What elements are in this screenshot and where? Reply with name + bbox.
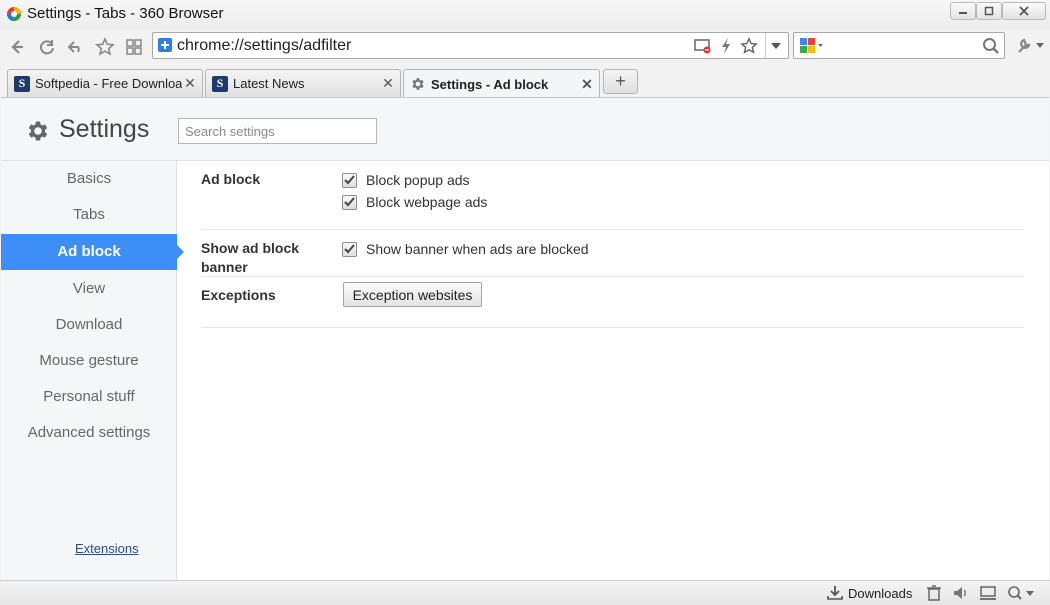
- section-divider: [201, 229, 1024, 230]
- softpedia-favicon-icon: S: [14, 75, 30, 92]
- search-settings-input[interactable]: [178, 118, 377, 144]
- search-engine-icon: [800, 38, 823, 53]
- checkmark-icon: [344, 175, 355, 185]
- tab-title: Softpedia - Free Downloa: [35, 76, 182, 91]
- maximize-button[interactable]: [976, 2, 1002, 20]
- close-window-button[interactable]: [1002, 2, 1046, 20]
- plus-icon: +: [615, 71, 626, 91]
- favorites-button[interactable]: [94, 36, 116, 58]
- ad-block-label: Ad block: [201, 171, 261, 187]
- tab-title: Latest News: [233, 76, 305, 91]
- window-title: Settings - Tabs - 360 Browser: [27, 5, 224, 22]
- sidebar-item-mouse-gesture[interactable]: Mouse gesture: [1, 343, 177, 379]
- softpedia-favicon-icon: S: [212, 75, 228, 92]
- sidebar-item-download[interactable]: Download: [1, 307, 177, 343]
- settings-header: Settings: [1, 98, 1049, 161]
- chevron-down-icon: [770, 42, 781, 49]
- undo-icon: [67, 41, 80, 53]
- block-webpage-ads-option[interactable]: Block webpage ads: [342, 193, 487, 211]
- checkmark-icon: [344, 197, 355, 207]
- wrench-menu-icon[interactable]: [1014, 34, 1046, 56]
- checkmark-icon: [344, 244, 355, 254]
- block-popup-ads-option[interactable]: Block popup ads: [342, 171, 470, 189]
- section-divider: [201, 276, 1024, 277]
- lightning-icon: [722, 38, 730, 54]
- show-banner-checkbox[interactable]: [342, 241, 357, 257]
- star-outline-icon: [740, 37, 758, 54]
- back-button[interactable]: [6, 36, 28, 58]
- exception-websites-button[interactable]: Exception websites: [343, 282, 482, 307]
- tab-latest-news[interactable]: S Latest News ✕: [205, 69, 401, 97]
- reload-button[interactable]: [36, 36, 58, 58]
- block-popup-ads-checkbox[interactable]: [342, 172, 357, 188]
- block-page-button[interactable]: [693, 36, 713, 56]
- page-content: Settings Basics Tabs Ad block View Downl…: [1, 97, 1049, 580]
- speaker-icon[interactable]: [952, 585, 970, 601]
- address-bar[interactable]: chrome://settings/adfilter: [152, 32, 789, 59]
- show-banner-option[interactable]: Show banner when ads are blocked: [342, 240, 589, 258]
- title-bar: Settings - Tabs - 360 Browser: [0, 0, 1050, 30]
- tab-close-icon[interactable]: ✕: [579, 76, 595, 93]
- block-webpage-ads-checkbox[interactable]: [342, 194, 357, 210]
- tab-title: Settings - Ad block: [431, 76, 549, 92]
- url-dropdown-button[interactable]: [765, 33, 785, 58]
- screen-icon[interactable]: [979, 585, 997, 601]
- sidebar-item-ad-block[interactable]: Ad block: [1, 234, 184, 270]
- minimize-icon: [959, 12, 967, 14]
- show-banner-label: Show ad block banner: [201, 240, 300, 275]
- sidebar-item-view[interactable]: View: [1, 271, 177, 307]
- search-bar[interactable]: [793, 32, 1005, 59]
- sidebar-item-tabs[interactable]: Tabs: [1, 197, 177, 233]
- block-webpage-ads-text: Block webpage ads: [366, 194, 488, 210]
- 360-browser-logo-icon: [7, 7, 21, 21]
- star-icon: [95, 37, 115, 56]
- undo-close-tab-button[interactable]: [65, 36, 87, 58]
- back-arrow-icon: [11, 40, 23, 54]
- gear-icon: [412, 78, 424, 90]
- minimize-button[interactable]: [950, 2, 976, 20]
- sidebar-item-personal-stuff[interactable]: Personal stuff: [1, 379, 177, 415]
- close-icon: [1019, 6, 1029, 16]
- grid-icon: [126, 39, 142, 55]
- tab-strip: S Softpedia - Free Downloa ✕ S Latest Ne…: [0, 66, 1050, 98]
- sidebar-item-basics[interactable]: Basics: [1, 161, 177, 197]
- sidebar-item-advanced-settings[interactable]: Advanced settings: [1, 415, 177, 451]
- block-popup-ads-text: Block popup ads: [366, 172, 470, 188]
- tab-close-icon[interactable]: ✕: [182, 75, 198, 92]
- extensions-link[interactable]: Extensions: [75, 541, 139, 556]
- zoom-icon[interactable]: [1007, 585, 1037, 601]
- download-icon: [827, 586, 843, 600]
- bookmark-page-button[interactable]: [739, 36, 759, 56]
- show-banner-text: Show banner when ads are blocked: [366, 241, 589, 257]
- reload-icon: [40, 40, 54, 55]
- tab-softpedia[interactable]: S Softpedia - Free Downloa ✕: [7, 69, 203, 97]
- new-tab-button[interactable]: +: [603, 69, 638, 94]
- url-text[interactable]: chrome://settings/adfilter: [177, 37, 351, 55]
- tab-close-icon[interactable]: ✕: [380, 75, 396, 92]
- exceptions-label: Exceptions: [201, 287, 276, 303]
- downloads-label: Downloads: [848, 585, 913, 601]
- section-divider: [201, 327, 1024, 328]
- settings-sidebar: Basics Tabs Ad block View Download Mouse…: [1, 161, 184, 580]
- speed-mode-button[interactable]: [716, 36, 736, 56]
- monitor-block-icon: [694, 39, 711, 54]
- downloads-button[interactable]: Downloads: [826, 584, 912, 602]
- navigation-bar: chrome://settings/adfilter: [0, 30, 1050, 66]
- settings-gear-icon: [28, 121, 48, 141]
- tab-settings-ad-block[interactable]: Settings - Ad block ✕: [403, 69, 600, 98]
- security-shield-icon: [158, 38, 172, 52]
- page-title: Settings: [59, 115, 150, 143]
- status-bar: Downloads: [0, 580, 1050, 605]
- apps-button[interactable]: [123, 36, 145, 58]
- maximize-icon: [984, 6, 994, 16]
- trash-icon[interactable]: [925, 585, 943, 601]
- search-icon[interactable]: [982, 37, 1000, 55]
